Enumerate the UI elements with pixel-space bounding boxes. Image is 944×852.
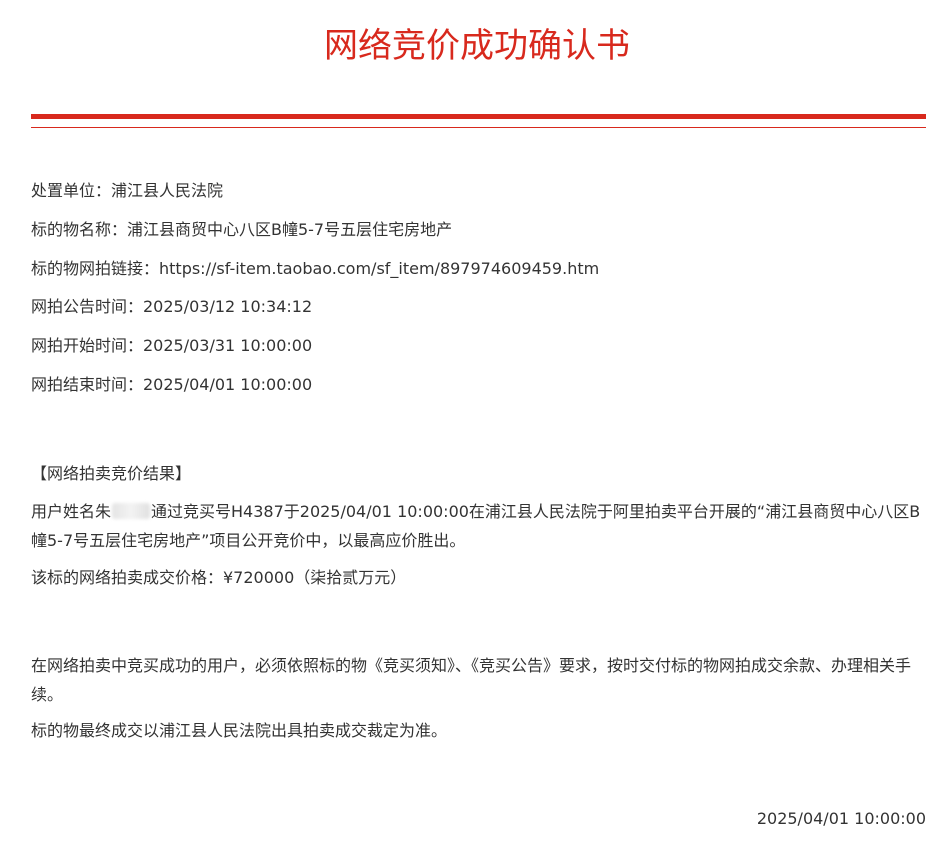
notice-final: 标的物最终成交以浦江县人民法院出具拍卖成交裁定为准。 <box>31 721 448 740</box>
result-text-suffix: 通过竞买号H4387于2025/04/01 10:00:00在浦江县人民法院于阿… <box>31 502 921 550</box>
redacted-name <box>112 503 151 519</box>
result-text-prefix: 用户姓名朱 <box>31 502 112 521</box>
sign-date: 2025/04/01 10:00:00 <box>756 809 926 828</box>
disposal-unit: 处置单位：浦江县人民法院 <box>31 181 224 200</box>
announce-time: 网拍公告时间：2025/03/12 10:34:12 <box>31 297 313 316</box>
item-name: 标的物名称：浦江县商贸中心八区B幢5-7号五层住宅房地产 <box>31 220 453 239</box>
title-divider-thin <box>31 127 926 128</box>
end-time: 网拍结束时间：2025/04/01 10:00:00 <box>31 375 313 394</box>
item-link: 标的物网拍链接：https://sf-item.taobao.com/sf_it… <box>31 259 600 278</box>
result-text: 用户姓名朱 通过竞买号H4387于2025/04/01 10:00:00在浦江县人… <box>31 497 931 555</box>
title-divider-thick <box>31 114 926 119</box>
page-title: 网络竞价成功确认书 <box>324 26 630 66</box>
start-time: 网拍开始时间：2025/03/31 10:00:00 <box>31 336 313 355</box>
result-heading: 【网络拍卖竞价结果】 <box>31 464 192 483</box>
notice-text: 在网络拍卖中竞买成功的用户，必须依照标的物《竞买须知》、《竞买公告》要求，按时交… <box>31 656 912 704</box>
deal-price: 该标的网络拍卖成交价格：¥720000（柒拾贰万元） <box>31 568 407 587</box>
